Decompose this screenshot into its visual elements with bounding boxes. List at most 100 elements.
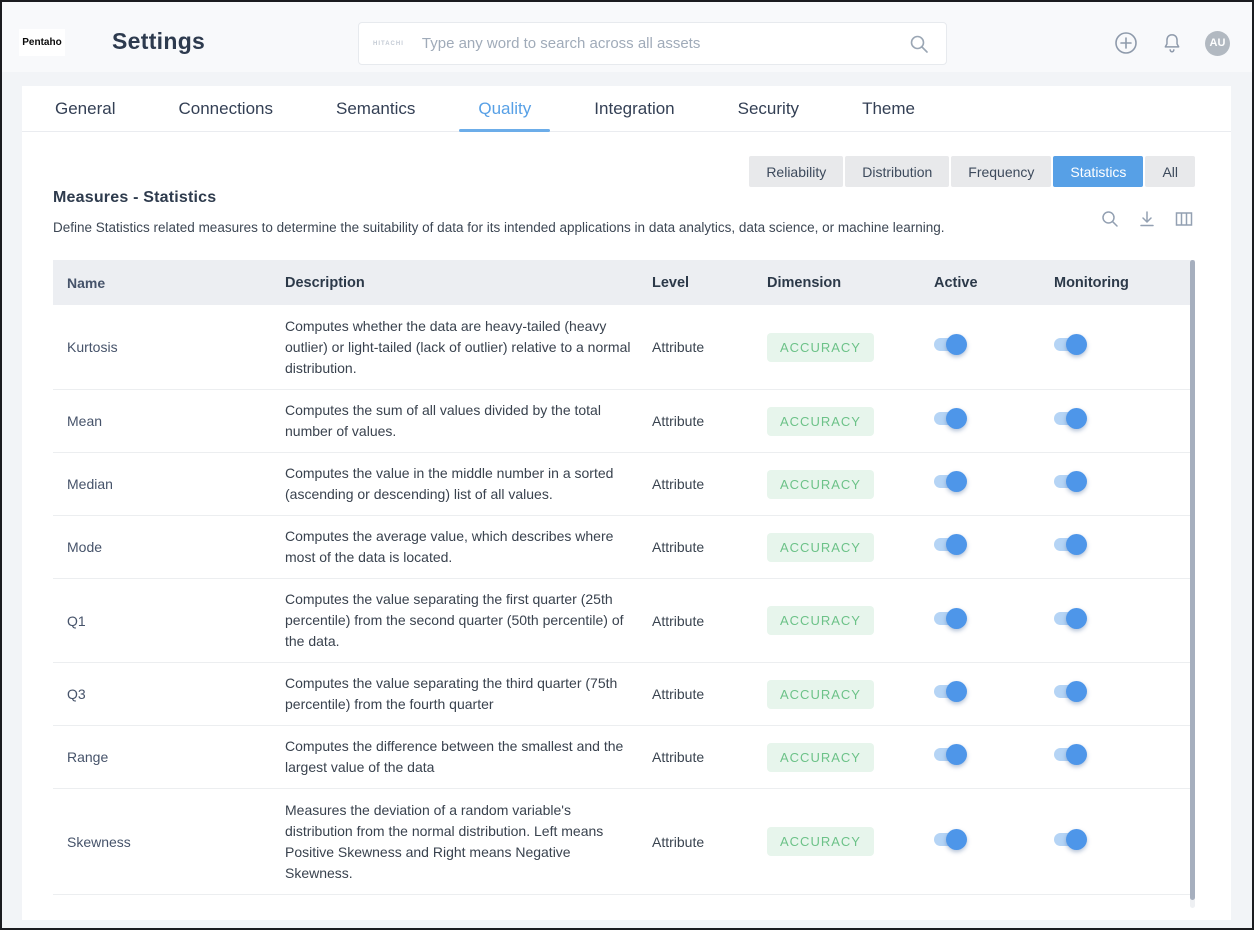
measure-name: Kurtosis: [53, 339, 285, 355]
measure-name: Mode: [53, 539, 285, 555]
filter-reliability[interactable]: Reliability: [749, 156, 843, 187]
filter-statistics[interactable]: Statistics: [1053, 156, 1143, 187]
measure-description: Computes the value separating the third …: [285, 673, 652, 715]
col-header-name[interactable]: Name: [53, 275, 285, 291]
active-toggle[interactable]: [934, 748, 964, 761]
table-search-icon[interactable]: [1099, 208, 1121, 230]
active-toggle[interactable]: [934, 538, 964, 551]
global-search[interactable]: HITACHI: [358, 22, 947, 65]
table-row-skewness: Skewness Measures the deviation of a ran…: [53, 789, 1195, 895]
dimension-badge: ACCURACY: [767, 680, 874, 709]
measure-level: Attribute: [652, 539, 767, 555]
settings-card: General Connections Semantics Quality In…: [22, 86, 1231, 920]
measure-name: Q1: [53, 613, 285, 629]
tab-connections[interactable]: Connections: [159, 86, 292, 132]
tab-security[interactable]: Security: [719, 86, 818, 132]
measure-category-filter: Reliability Distribution Frequency Stati…: [749, 156, 1195, 187]
dimension-badge: ACCURACY: [767, 743, 874, 772]
col-header-dimension[interactable]: Dimension: [767, 275, 934, 291]
download-icon[interactable]: [1136, 208, 1158, 230]
measure-description: Computes the average value, which descri…: [285, 526, 652, 568]
monitoring-toggle[interactable]: [1054, 833, 1084, 846]
active-toggle[interactable]: [934, 685, 964, 698]
active-toggle[interactable]: [934, 338, 964, 351]
measure-description: Computes the value in the middle number …: [285, 463, 652, 505]
settings-tabbar: General Connections Semantics Quality In…: [22, 86, 1231, 132]
col-header-description[interactable]: Description: [285, 275, 652, 291]
settings-screen: Pentaho Settings HITACHI AU General Conn…: [0, 0, 1254, 930]
pentaho-logo[interactable]: Pentaho: [19, 29, 65, 56]
measure-description: Computes the value separating the first …: [285, 589, 652, 652]
measure-name: Median: [53, 476, 285, 492]
user-avatar[interactable]: AU: [1205, 31, 1230, 56]
measure-level: Attribute: [652, 834, 767, 850]
search-icon[interactable]: [906, 31, 932, 57]
table-scrollbar[interactable]: [1190, 260, 1195, 908]
dimension-badge: ACCURACY: [767, 606, 874, 635]
tab-quality[interactable]: Quality: [459, 86, 550, 132]
tab-theme[interactable]: Theme: [843, 86, 934, 132]
scrollbar-thumb[interactable]: [1190, 260, 1195, 900]
measure-description: Computes the sum of all values divided b…: [285, 400, 652, 442]
notifications-bell-icon[interactable]: [1159, 30, 1185, 56]
column-settings-icon[interactable]: [1173, 208, 1195, 230]
top-header: Pentaho Settings HITACHI AU: [2, 2, 1252, 72]
measure-name: Range: [53, 749, 285, 765]
measure-level: Attribute: [652, 686, 767, 702]
dimension-badge: ACCURACY: [767, 533, 874, 562]
active-toggle[interactable]: [934, 412, 964, 425]
monitoring-toggle[interactable]: [1054, 612, 1084, 625]
section-title: Measures - Statistics: [53, 189, 216, 207]
filter-distribution[interactable]: Distribution: [845, 156, 949, 187]
col-header-level[interactable]: Level: [652, 275, 767, 291]
measure-level: Attribute: [652, 413, 767, 429]
measure-description: Measures the deviation of a random varia…: [285, 800, 652, 884]
tab-integration[interactable]: Integration: [575, 86, 693, 132]
measures-table: Name Description Level Dimension Active …: [53, 260, 1195, 910]
add-icon[interactable]: [1113, 30, 1139, 56]
search-input[interactable]: [422, 35, 906, 52]
table-header-row: Name Description Level Dimension Active …: [53, 260, 1195, 305]
dimension-badge: ACCURACY: [767, 470, 874, 499]
measure-name: Skewness: [53, 834, 285, 850]
tab-semantics[interactable]: Semantics: [317, 86, 434, 132]
measure-level: Attribute: [652, 476, 767, 492]
col-header-monitoring[interactable]: Monitoring: [1054, 275, 1195, 291]
measure-description: Computes whether the data are heavy-tail…: [285, 316, 652, 379]
table-row-q1: Q1 Computes the value separating the fir…: [53, 579, 1195, 663]
pentaho-logo-text: Pentaho: [22, 37, 61, 48]
measure-description: Computes the difference between the smal…: [285, 736, 652, 778]
page-title: Settings: [112, 28, 205, 55]
active-toggle[interactable]: [934, 833, 964, 846]
monitoring-toggle[interactable]: [1054, 538, 1084, 551]
dimension-badge: ACCURACY: [767, 333, 874, 362]
table-row-mean: Mean Computes the sum of all values divi…: [53, 390, 1195, 453]
table-row-median: Median Computes the value in the middle …: [53, 453, 1195, 516]
filter-all[interactable]: All: [1145, 156, 1195, 187]
table-row-mode: Mode Computes the average value, which d…: [53, 516, 1195, 579]
monitoring-toggle[interactable]: [1054, 685, 1084, 698]
monitoring-toggle[interactable]: [1054, 475, 1084, 488]
dimension-badge: ACCURACY: [767, 827, 874, 856]
section-description: Define Statistics related measures to de…: [53, 220, 945, 235]
table-row-kurtosis: Kurtosis Computes whether the data are h…: [53, 305, 1195, 390]
table-row-q3: Q3 Computes the value separating the thi…: [53, 663, 1195, 726]
measure-name: Mean: [53, 413, 285, 429]
monitoring-toggle[interactable]: [1054, 748, 1084, 761]
table-row-range: Range Computes the difference between th…: [53, 726, 1195, 789]
monitoring-toggle[interactable]: [1054, 338, 1084, 351]
measure-level: Attribute: [652, 613, 767, 629]
measure-name: Q3: [53, 686, 285, 702]
active-toggle[interactable]: [934, 475, 964, 488]
measure-level: Attribute: [652, 339, 767, 355]
col-header-active[interactable]: Active: [934, 275, 1054, 291]
active-toggle[interactable]: [934, 612, 964, 625]
header-actions: AU: [1113, 30, 1230, 56]
filter-frequency[interactable]: Frequency: [951, 156, 1051, 187]
measure-level: Attribute: [652, 749, 767, 765]
dimension-badge: ACCURACY: [767, 407, 874, 436]
tab-general[interactable]: General: [36, 86, 134, 132]
monitoring-toggle[interactable]: [1054, 412, 1084, 425]
table-toolbar: [1099, 208, 1195, 230]
hitachi-brand-mark: HITACHI: [373, 41, 404, 47]
